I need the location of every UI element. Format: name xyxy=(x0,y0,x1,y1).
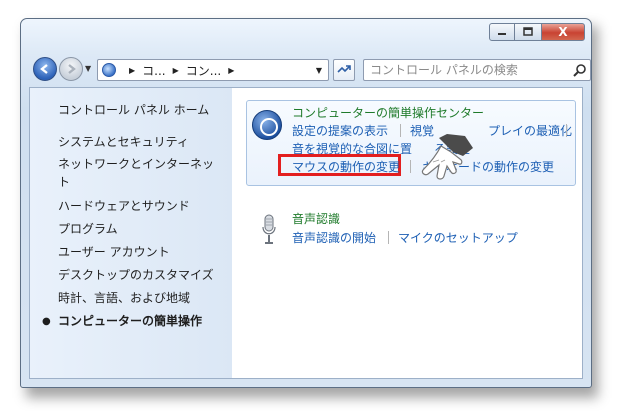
content-area: コントロール パネル ホーム システムとセキュリティ ネットワークとインターネッ… xyxy=(29,87,583,379)
back-button[interactable] xyxy=(33,57,57,81)
back-arrow-icon xyxy=(40,64,48,74)
link-separator xyxy=(388,231,389,244)
sidebar-item-ease-of-access: コンピューターの簡単操作 xyxy=(58,314,203,328)
breadcrumb-chevron-icon[interactable]: ▶ xyxy=(173,66,179,75)
optimize-display-link-tail[interactable]: プレイの最適化 xyxy=(488,122,572,139)
sidebar-item-network-internet[interactable]: ネットワークとインターネッ xyxy=(58,156,214,173)
sidebar-item-programs[interactable]: プログラム xyxy=(58,221,118,238)
control-panel-window: X ▼ ▶ コ... ▶ コン... ▶ ▼ コントロール パネル ホーム シス… xyxy=(20,18,592,388)
sidebar-item-desktop-customization[interactable]: デスクトップのカスタマイズ xyxy=(58,267,214,284)
speech-recognition-title[interactable]: 音声認識 xyxy=(292,210,340,227)
refresh-icon xyxy=(337,65,351,73)
recent-pages-dropdown[interactable]: ▼ xyxy=(85,64,91,73)
breadcrumb-segment-2[interactable]: コン... xyxy=(186,62,221,79)
link-separator xyxy=(410,160,411,173)
navigation-bar: ▼ ▶ コ... ▶ コン... ▶ ▼ xyxy=(29,53,591,83)
address-dropdown-icon[interactable]: ▼ xyxy=(316,66,322,75)
link-separator xyxy=(400,124,401,137)
maximize-button[interactable] xyxy=(515,23,541,41)
search-input[interactable] xyxy=(363,59,591,81)
control-panel-icon xyxy=(102,63,116,77)
minimize-button[interactable] xyxy=(489,23,515,41)
sidebar: コントロール パネル ホーム システムとセキュリティ ネットワークとインターネッ… xyxy=(30,88,232,378)
suggested-settings-link[interactable]: 設定の提案の表示 xyxy=(292,122,388,139)
microphone-icon[interactable] xyxy=(262,214,276,246)
address-bar[interactable]: ▶ コ... ▶ コン... ▶ ▼ xyxy=(97,59,329,81)
current-item-bullet-icon: ● xyxy=(42,316,51,327)
sidebar-item-user-accounts[interactable]: ユーザー アカウント xyxy=(58,244,170,261)
forward-arrow-icon xyxy=(68,64,76,74)
search-icon[interactable] xyxy=(573,63,587,77)
refresh-button[interactable] xyxy=(333,59,355,81)
sidebar-item-clock-language-region[interactable]: 時計、言語、および地域 xyxy=(58,290,190,307)
mouse-settings-link[interactable]: マウスの動作の変更 xyxy=(292,158,400,175)
close-button[interactable]: X xyxy=(541,23,585,41)
pointer-hand-icon xyxy=(421,134,473,180)
start-speech-recognition-link[interactable]: 音声認識の開始 xyxy=(292,229,376,246)
breadcrumb-chevron-icon[interactable]: ▶ xyxy=(228,66,234,75)
sidebar-item-home[interactable]: コントロール パネル ホーム xyxy=(58,102,209,119)
sidebar-item-hardware-sound[interactable]: ハードウェアとサウンド xyxy=(58,198,190,215)
sidebar-item-system-security[interactable]: システムとセキュリティ xyxy=(58,134,189,151)
maximize-icon xyxy=(523,27,533,36)
ease-of-access-center-title[interactable]: コンピューターの簡単操作センター xyxy=(292,104,484,121)
main-panel: コンピューターの簡単操作センター 設定の提案の表示 視覚 プレイの最適化 音を視… xyxy=(232,88,582,378)
minimize-icon xyxy=(498,33,506,35)
setup-microphone-link[interactable]: マイクのセットアップ xyxy=(398,229,518,246)
forward-button[interactable] xyxy=(59,57,83,81)
link-separator xyxy=(566,124,567,137)
ease-of-access-icon[interactable] xyxy=(252,110,282,140)
caption-buttons: X xyxy=(489,23,585,41)
sidebar-item-network-internet-wrap[interactable]: ト xyxy=(58,174,70,191)
breadcrumb-chevron-icon[interactable]: ▶ xyxy=(129,66,135,75)
breadcrumb-segment-1[interactable]: コ... xyxy=(142,62,165,79)
